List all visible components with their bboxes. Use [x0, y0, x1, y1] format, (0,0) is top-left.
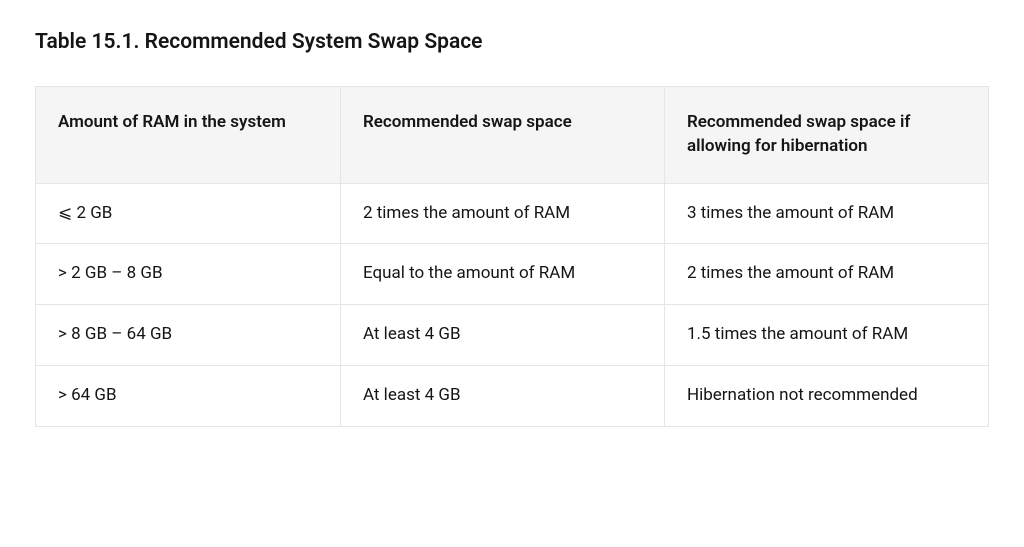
table-row: > 8 GB – 64 GB At least 4 GB 1.5 times t…	[36, 305, 989, 366]
cell-swap-hibernation: 2 times the amount of RAM	[664, 244, 988, 305]
cell-ram: > 8 GB – 64 GB	[36, 305, 341, 366]
cell-swap-hibernation: 3 times the amount of RAM	[664, 183, 988, 244]
table-row: > 64 GB At least 4 GB Hibernation not re…	[36, 365, 989, 426]
col-header-ram: Amount of RAM in the system	[36, 87, 341, 184]
cell-ram: > 2 GB – 8 GB	[36, 244, 341, 305]
cell-swap-hibernation: 1.5 times the amount of RAM	[664, 305, 988, 366]
cell-swap-hibernation: Hibernation not recommended	[664, 365, 988, 426]
table-row: > 2 GB – 8 GB Equal to the amount of RAM…	[36, 244, 989, 305]
cell-swap: At least 4 GB	[340, 365, 664, 426]
table-row: ⩽ 2 GB 2 times the amount of RAM 3 times…	[36, 183, 989, 244]
cell-swap: 2 times the amount of RAM	[340, 183, 664, 244]
table-title: Table 15.1. Recommended System Swap Spac…	[35, 30, 989, 54]
col-header-swap-hibernation: Recommended swap space if allowing for h…	[664, 87, 988, 184]
cell-ram: > 64 GB	[36, 365, 341, 426]
col-header-swap: Recommended swap space	[340, 87, 664, 184]
cell-swap: At least 4 GB	[340, 305, 664, 366]
table-header-row: Amount of RAM in the system Recommended …	[36, 87, 989, 184]
swap-space-table: Amount of RAM in the system Recommended …	[35, 86, 989, 427]
cell-swap: Equal to the amount of RAM	[340, 244, 664, 305]
cell-ram: ⩽ 2 GB	[36, 183, 341, 244]
